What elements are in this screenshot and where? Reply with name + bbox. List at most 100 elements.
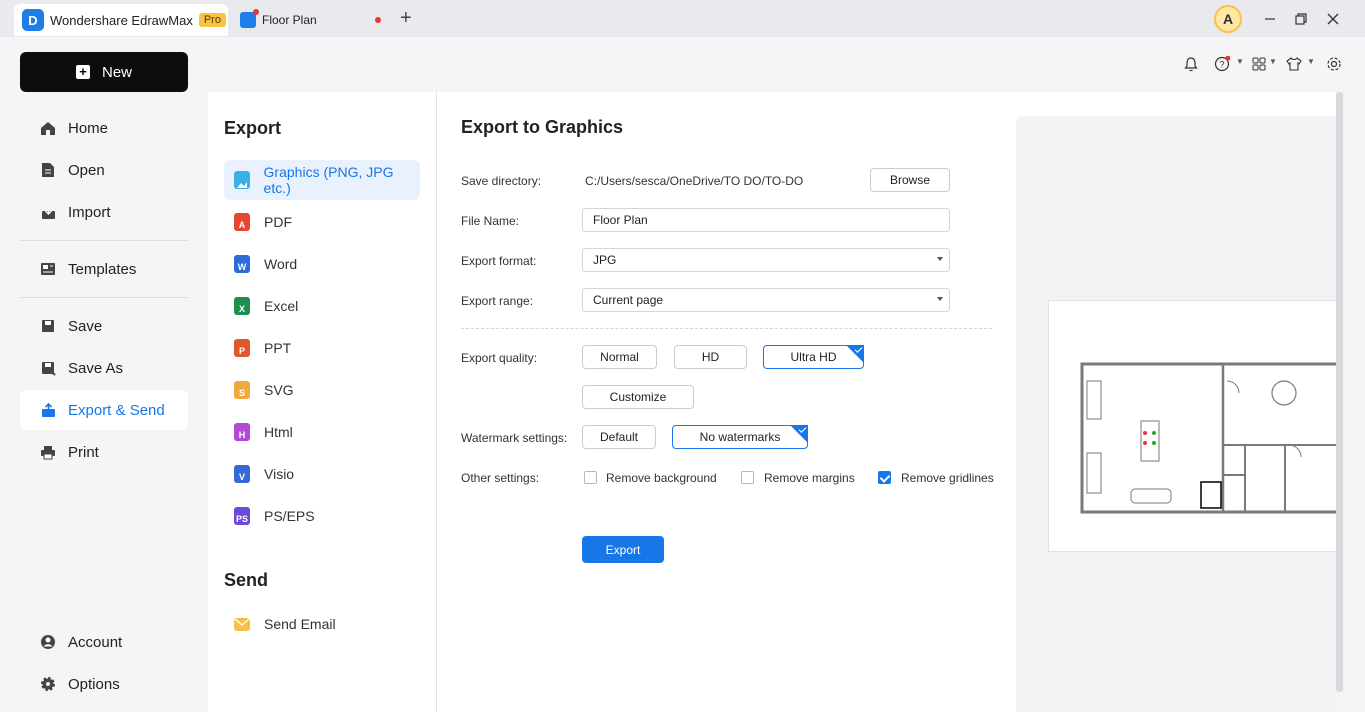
save-as-icon: [40, 360, 56, 376]
sidebar-item-open[interactable]: Open: [20, 150, 188, 190]
quality-hd-button[interactable]: HD: [674, 345, 747, 369]
sidebar-item-import[interactable]: Import: [20, 192, 188, 232]
remove-gridlines-checkbox[interactable]: [878, 471, 891, 484]
chevron-down-icon: [937, 297, 943, 301]
theme-shirt-icon[interactable]: [1285, 55, 1303, 73]
import-icon: [40, 204, 56, 220]
export-type-ps-eps[interactable]: PS PS/EPS: [224, 496, 420, 536]
export-section-title: Export: [224, 118, 282, 138]
page-title: Export to Graphics: [461, 117, 624, 137]
apps-caret-icon[interactable]: ▼: [1269, 57, 1277, 66]
export-type-ppt[interactable]: P PPT: [224, 328, 420, 368]
print-icon: [40, 444, 56, 460]
file-name-value: Floor Plan: [593, 213, 648, 227]
plus-icon: +: [75, 65, 90, 79]
export-type-visio[interactable]: V Visio: [224, 454, 420, 494]
send-email-item[interactable]: Send Email: [224, 604, 420, 644]
floor-plan-preview-image: [1080, 362, 1346, 514]
send-email-label: Send Email: [264, 616, 336, 632]
export-quality-label: Export quality:: [461, 351, 538, 365]
sidebar-item-home[interactable]: Home: [20, 108, 188, 148]
open-icon: [40, 162, 56, 178]
file-name-label: File Name:: [461, 214, 520, 228]
save-directory-label: Save directory:: [461, 174, 542, 188]
export-button[interactable]: Export: [582, 536, 664, 563]
app-name: Wondershare EdrawMax: [50, 12, 193, 28]
remove-gridlines-label[interactable]: Remove gridlines: [901, 471, 994, 485]
quality-ultra-hd-button[interactable]: Ultra HD: [763, 345, 864, 369]
export-type-label: Graphics (PNG, JPG etc.): [263, 164, 394, 196]
preview-thumbnail: [1048, 300, 1346, 552]
no-watermarks-button[interactable]: No watermarks: [672, 425, 808, 449]
quality-ultra-hd-label: Ultra HD: [790, 350, 837, 364]
ppt-file-icon: P: [234, 339, 250, 357]
restore-button[interactable]: [1290, 8, 1312, 30]
help-caret-icon[interactable]: ▼: [1236, 57, 1244, 66]
new-tab-button[interactable]: +: [400, 7, 412, 29]
sidebar-item-label: Export & Send: [68, 401, 165, 419]
no-watermarks-label: No watermarks: [699, 430, 781, 444]
export-type-label: PPT: [264, 340, 292, 356]
avatar[interactable]: A: [1214, 5, 1242, 33]
column-divider: [436, 92, 437, 712]
export-format-select[interactable]: JPG: [582, 248, 950, 272]
new-button-label: New: [101, 63, 132, 81]
close-button[interactable]: [1322, 8, 1344, 30]
export-type-html[interactable]: H Html: [224, 412, 420, 452]
quality-normal-button[interactable]: Normal: [582, 345, 657, 369]
sidebar-item-account[interactable]: Account: [20, 622, 188, 662]
remove-background-checkbox[interactable]: [584, 471, 597, 484]
export-range-select[interactable]: Current page: [582, 288, 950, 312]
export-format-value: JPG: [593, 253, 617, 267]
sidebar-item-label: Save: [68, 317, 103, 335]
new-button[interactable]: + New: [20, 52, 188, 92]
theme-caret-icon[interactable]: ▼: [1307, 57, 1315, 66]
export-type-word[interactable]: W Word: [224, 244, 420, 284]
visio-file-icon: V: [234, 465, 250, 483]
document-icon: [240, 9, 259, 28]
help-icon[interactable]: ?: [1213, 55, 1231, 73]
browse-button[interactable]: Browse: [870, 168, 950, 192]
sidebar-item-save-as[interactable]: Save As: [20, 348, 188, 388]
title-bar: D Wondershare EdrawMax Pro Floor Plan + …: [0, 0, 1365, 37]
sidebar-item-label: Home: [68, 119, 109, 137]
close-icon: [1327, 13, 1339, 25]
selected-check-icon: [790, 425, 808, 443]
remove-margins-checkbox[interactable]: [741, 471, 754, 484]
watermark-default-button[interactable]: Default: [582, 425, 656, 449]
other-settings-label: Other settings:: [461, 471, 540, 485]
notification-bell-icon[interactable]: [1182, 55, 1200, 73]
sidebar-divider: [20, 297, 188, 298]
edrawmax-logo-icon: D: [22, 9, 44, 31]
sidebar-item-label: Open: [68, 161, 105, 179]
customize-button[interactable]: Customize: [582, 385, 694, 409]
account-icon: [40, 634, 56, 650]
save-icon: [40, 318, 56, 334]
export-type-label: SVG: [264, 382, 294, 398]
apps-grid-icon[interactable]: [1250, 55, 1268, 73]
export-type-graphics[interactable]: Graphics (PNG, JPG etc.): [224, 160, 420, 200]
sidebar-item-templates[interactable]: Templates: [20, 249, 188, 289]
settings-gear-icon[interactable]: [1325, 55, 1343, 73]
options-icon: [40, 676, 56, 692]
section-divider: [461, 328, 992, 329]
export-icon: [40, 402, 56, 418]
sidebar-item-export-send[interactable]: Export & Send: [20, 390, 188, 430]
sidebar-item-options[interactable]: Options: [20, 664, 188, 704]
export-type-excel[interactable]: X Excel: [224, 286, 420, 326]
unsaved-indicator[interactable]: [375, 17, 381, 23]
remove-background-label[interactable]: Remove background: [606, 471, 717, 485]
sidebar-item-print[interactable]: Print: [20, 432, 188, 472]
minimize-button[interactable]: [1259, 8, 1281, 30]
sidebar-item-save[interactable]: Save: [20, 306, 188, 346]
document-tab[interactable]: Floor Plan: [240, 6, 390, 34]
app-tab[interactable]: D Wondershare EdrawMax Pro: [14, 4, 228, 36]
file-name-field[interactable]: Floor Plan: [582, 208, 950, 232]
remove-margins-label[interactable]: Remove margins: [764, 471, 855, 485]
svg-file-icon: S: [234, 381, 250, 399]
scrollbar[interactable]: [1336, 92, 1343, 692]
export-type-svg[interactable]: S SVG: [224, 370, 420, 410]
image-file-icon: [234, 171, 250, 189]
export-type-pdf[interactable]: A PDF: [224, 202, 420, 242]
export-type-label: Excel: [264, 298, 299, 314]
